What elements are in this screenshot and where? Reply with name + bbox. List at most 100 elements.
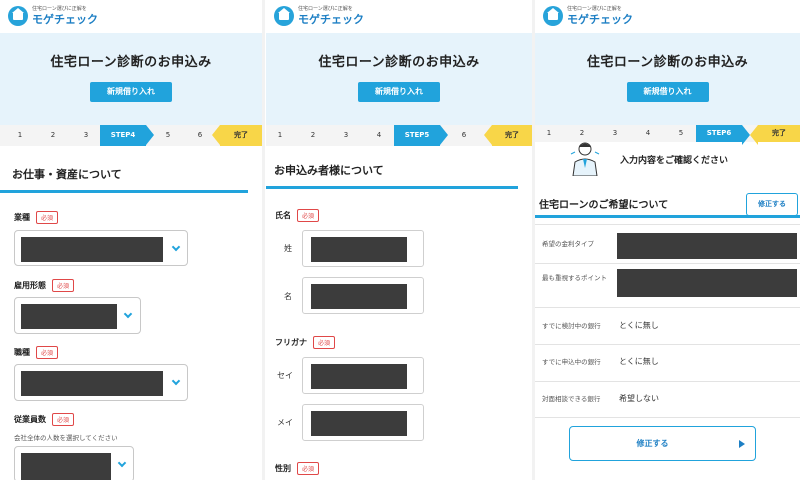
header: 住宅ローン選びに正解を モゲチェック xyxy=(0,0,262,33)
name-label: 氏名 必須 xyxy=(275,209,320,222)
logo-tagline: 住宅ローン選びに正解を xyxy=(298,6,353,12)
play-arrow-icon xyxy=(739,440,745,448)
table-row: 最も重視するポイント xyxy=(535,263,800,307)
step-current: STEP4 xyxy=(100,125,154,146)
section-title: 住宅ローンのご希望について xyxy=(539,200,669,211)
step-5: 5 xyxy=(165,131,171,139)
header: 住宅ローン選びに正解を モゲチェック xyxy=(535,0,800,33)
sei-kana-label: セイ xyxy=(277,371,293,380)
required-badge: 必須 xyxy=(297,462,320,475)
logo[interactable]: 住宅ローン選びに正解を モゲチェック xyxy=(8,6,98,26)
redacted-value xyxy=(311,284,407,309)
step-4: 4 xyxy=(645,129,651,137)
logo-tagline: 住宅ローン選びに正解を xyxy=(32,6,87,12)
confirm-heading: 入力内容をご確認ください xyxy=(620,156,729,166)
table-row: 希望の金利タイプ xyxy=(535,224,800,263)
step-6: 6 xyxy=(461,131,467,139)
step-3: 3 xyxy=(343,131,349,139)
step-3: 3 xyxy=(612,129,618,137)
step-progress: 1 2 3 4 STEP5 6 完了 xyxy=(266,125,532,146)
required-badge: 必須 xyxy=(313,336,336,349)
logo[interactable]: 住宅ローン選びに正解を モゲチェック xyxy=(274,6,364,26)
logo[interactable]: 住宅ローン選びに正解を モゲチェック xyxy=(543,6,633,26)
chevron-down-icon xyxy=(117,458,127,468)
redacted-value xyxy=(21,371,163,396)
step5-panel: 住宅ローン選びに正解を モゲチェック 住宅ローン診断のお申込み 新規借り入れ 1… xyxy=(266,0,532,480)
house-logo-icon xyxy=(8,6,28,26)
logo-name: モゲチェック xyxy=(32,13,98,26)
last-name-input[interactable] xyxy=(302,230,424,267)
employment-select[interactable] xyxy=(14,297,141,334)
occupation-select[interactable] xyxy=(14,364,188,401)
employee-count-hint: 会社全体の人数を選択してください xyxy=(14,434,118,442)
row-label: 最も重視するポイント xyxy=(542,274,607,282)
row-value: とくに無し xyxy=(619,321,659,330)
chevron-down-icon xyxy=(171,242,181,252)
step-1: 1 xyxy=(277,131,283,139)
row-value: とくに無し xyxy=(619,357,659,366)
first-name-input[interactable] xyxy=(302,277,424,314)
logo-name: モゲチェック xyxy=(567,13,633,26)
mei-kana-label: メイ xyxy=(277,418,293,427)
employment-label-text: 雇用形態 xyxy=(14,281,46,290)
step-current: STEP5 xyxy=(394,125,448,146)
table-row: すでに申込中の銀行 とくに無し xyxy=(535,344,800,381)
logo-tagline: 住宅ローン選びに正解を xyxy=(567,6,622,12)
table-row: すでに検討中の銀行 とくに無し xyxy=(535,307,800,344)
house-logo-icon xyxy=(543,6,563,26)
sei-kanji-label: 姓 xyxy=(284,244,292,253)
kana-label-text: フリガナ xyxy=(275,338,307,347)
step-progress: 1 2 3 STEP4 5 6 完了 xyxy=(0,125,262,146)
gender-label: 性別 必須 xyxy=(275,462,320,475)
redacted-value xyxy=(21,237,163,262)
employee-count-label-text: 従業員数 xyxy=(14,415,46,424)
chevron-down-icon xyxy=(123,309,133,319)
new-loan-button[interactable]: 新規借り入れ xyxy=(90,82,172,102)
redacted-value xyxy=(311,237,407,262)
step-complete: 完了 xyxy=(484,125,532,146)
name-label-text: 氏名 xyxy=(275,211,291,220)
new-loan-button[interactable]: 新規借り入れ xyxy=(626,82,709,102)
industry-select[interactable] xyxy=(14,230,188,266)
hero: 住宅ローン診断のお申込み 新規借り入れ xyxy=(535,33,800,125)
redacted-value xyxy=(21,453,111,480)
logo-name: モゲチェック xyxy=(298,13,364,26)
step-1: 1 xyxy=(546,129,552,137)
required-badge: 必須 xyxy=(52,413,75,426)
row-label: 希望の金利タイプ xyxy=(542,240,594,248)
industry-label-text: 業種 xyxy=(14,213,30,222)
row-label: 対面相談できる銀行 xyxy=(542,395,601,403)
step-3: 3 xyxy=(83,131,89,139)
last-name-kana-input[interactable] xyxy=(302,357,424,394)
house-logo-icon xyxy=(274,6,294,26)
kana-label: フリガナ 必須 xyxy=(275,336,336,349)
redacted-value xyxy=(311,411,407,436)
section-title: お申込み者様について xyxy=(266,162,518,189)
step-1: 1 xyxy=(17,131,23,139)
header: 住宅ローン選びに正解を モゲチェック xyxy=(266,0,532,33)
new-loan-button[interactable]: 新規借り入れ xyxy=(358,82,440,102)
employment-label: 雇用形態 必須 xyxy=(14,279,75,292)
step-5: 5 xyxy=(678,129,684,137)
row-label: すでに検討中の銀行 xyxy=(542,322,601,330)
mei-kanji-label: 名 xyxy=(284,292,292,301)
step-complete: 完了 xyxy=(750,125,800,145)
advisor-illustration-icon xyxy=(570,142,600,176)
required-badge: 必須 xyxy=(36,346,59,359)
required-badge: 必須 xyxy=(36,211,59,224)
required-badge: 必須 xyxy=(52,279,75,292)
row-value: 希望しない xyxy=(619,394,659,403)
page-title: 住宅ローン診断のお申込み xyxy=(318,55,480,70)
step-2: 2 xyxy=(310,131,316,139)
employee-count-select[interactable] xyxy=(14,446,134,480)
edit-bottom-button[interactable]: 修正する xyxy=(569,426,756,461)
gender-label-text: 性別 xyxy=(275,464,291,473)
occupation-label: 職種 必須 xyxy=(14,346,59,359)
redacted-value xyxy=(617,233,797,259)
edit-button[interactable]: 修正する xyxy=(746,193,798,216)
row-label: すでに申込中の銀行 xyxy=(542,358,601,366)
edit-bottom-label: 修正する xyxy=(636,439,669,448)
step-current: STEP6 xyxy=(696,125,750,145)
first-name-kana-input[interactable] xyxy=(302,404,424,441)
step6-panel: 住宅ローン選びに正解を モゲチェック 住宅ローン診断のお申込み 新規借り入れ 1… xyxy=(535,0,800,480)
